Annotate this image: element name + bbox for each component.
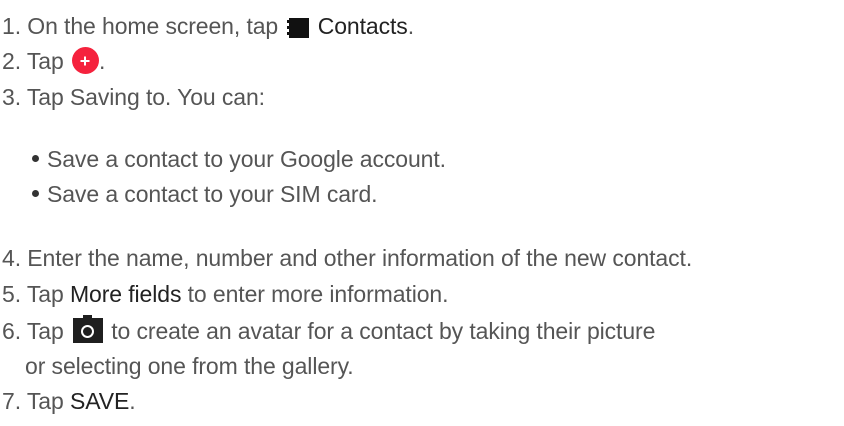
- step-text: Tap: [26, 318, 64, 344]
- bullet-icon: [32, 155, 39, 163]
- step-text-end: to enter more information.: [187, 281, 449, 307]
- step-text-end: .: [98, 48, 106, 74]
- step-text: On the home screen, tap: [27, 13, 279, 39]
- bullet-icon: [32, 190, 39, 198]
- step-4: 4. Enter the name, number and other info…: [2, 243, 692, 273]
- step-5: 5. Tap More fields to enter more informa…: [2, 279, 448, 309]
- step-number: 6.: [2, 318, 21, 344]
- option-item: Save a contact to your Google account.: [32, 144, 446, 174]
- step-number: 4.: [2, 245, 21, 271]
- option-item: Save a contact to your SIM card.: [32, 179, 378, 209]
- instruction-document: 1. On the home screen, tap Contacts. 2. …: [0, 0, 844, 426]
- add-contact-icon: [71, 47, 99, 75]
- step-text: Enter the name, number and other informa…: [27, 245, 693, 271]
- step-text-end: to create an avatar for a contact by tak…: [111, 318, 656, 344]
- camera-bump: [82, 315, 92, 319]
- contacts-app-icon: [287, 15, 310, 38]
- option-text: Save a contact to your Google account.: [47, 146, 446, 172]
- step-text: Tap Saving to. You can:: [26, 84, 265, 110]
- more-fields-label: More fields: [69, 281, 182, 307]
- contacts-label: Contacts: [317, 13, 408, 39]
- step-6-continued: or selecting one from the gallery.: [25, 351, 354, 381]
- option-text: Save a contact to your SIM card.: [47, 181, 378, 207]
- step-text-end: .: [129, 388, 136, 414]
- save-label: SAVE: [69, 388, 130, 414]
- step-text: or selecting one from the gallery.: [25, 353, 354, 379]
- step-number: 7.: [2, 388, 21, 414]
- step-2: 2. Tap .: [2, 46, 105, 76]
- step-number: 1.: [2, 13, 21, 39]
- step-1: 1. On the home screen, tap Contacts.: [2, 11, 414, 41]
- step-text: Tap: [26, 388, 64, 414]
- step-number: 5.: [2, 281, 21, 307]
- step-7: 7. Tap SAVE.: [2, 386, 136, 416]
- step-text-end: .: [407, 13, 414, 39]
- step-number: 3.: [2, 84, 21, 110]
- step-number: 2.: [2, 48, 21, 74]
- step-text: Tap: [26, 281, 64, 307]
- step-6: 6. Tap to create an avatar for a contact…: [2, 315, 656, 346]
- camera-icon: [72, 315, 103, 344]
- step-3: 3. Tap Saving to. You can:: [2, 82, 265, 112]
- step-text: Tap: [26, 48, 64, 74]
- camera-lens: [81, 324, 95, 338]
